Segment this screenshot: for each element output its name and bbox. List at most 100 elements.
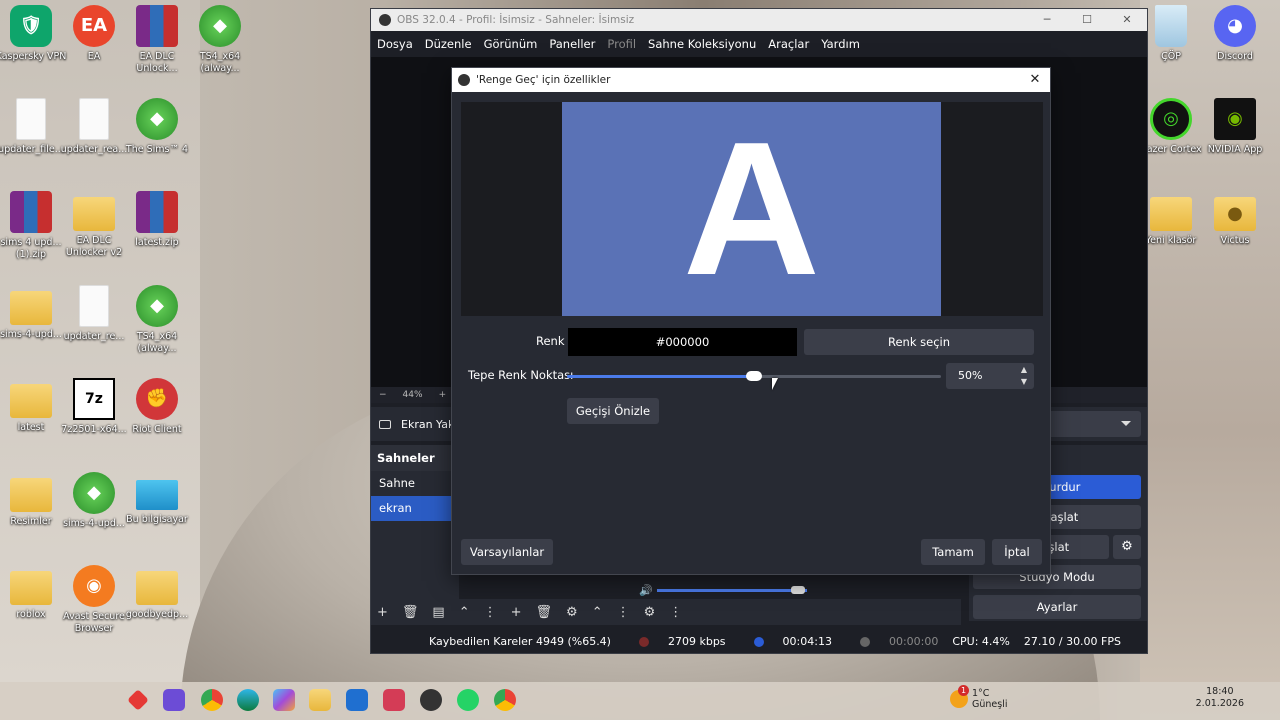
desktop-left-icon-21[interactable]: goodbyedp... <box>118 565 196 621</box>
bin-icon <box>1155 5 1187 47</box>
source-dropdown[interactable] <box>1041 411 1141 437</box>
mixer-settings-icon[interactable]: ⚙ <box>644 605 656 620</box>
slider-thumb[interactable] <box>746 371 762 381</box>
obs-logo-icon <box>379 14 391 26</box>
add-source-icon[interactable]: + <box>511 605 522 620</box>
teams-icon[interactable] <box>163 689 185 711</box>
preview-transition-button[interactable]: Geçişi Önizle <box>567 398 659 424</box>
desktop-right-icon-5[interactable]: ● Victus <box>1196 191 1274 247</box>
source-up-icon[interactable]: ⌃ <box>592 605 603 620</box>
scene-item[interactable]: Sahne <box>371 471 459 496</box>
color-label: Renk <box>536 334 565 348</box>
speaker-icon: 🔊 <box>639 584 653 596</box>
menu-paneller[interactable]: Paneller <box>549 37 595 51</box>
settings-button[interactable]: Ayarlar <box>973 595 1141 619</box>
source-settings-icon[interactable]: ⚙ <box>566 605 578 620</box>
scene-item-selected[interactable]: ekran <box>371 496 459 521</box>
more-icon[interactable]: ⋮ <box>484 605 497 620</box>
desktop-left-icon-6[interactable]: ◆ The Sims™ 4 <box>118 98 196 156</box>
weather-badge: 1 <box>958 685 969 696</box>
desktop-icon-label: The Sims™ 4 <box>125 144 189 155</box>
nvidia-icon: ◉ <box>1214 98 1256 140</box>
dialog-title: 'Renge Geç' için özellikler <box>476 74 611 86</box>
close-icon[interactable]: ✕ <box>1107 9 1147 31</box>
desktop-right-icon-1[interactable]: ◕ Discord <box>1196 5 1274 63</box>
volume-slider[interactable]: 🔊 <box>639 584 809 596</box>
preview-canvas: A <box>562 102 941 316</box>
cancel-button[interactable]: İptal <box>992 539 1042 565</box>
mixer-more-icon[interactable]: ⋮ <box>669 605 682 620</box>
seven-icon: 7z <box>73 378 115 420</box>
desktop-right-icon-3[interactable]: ◉ NVIDIA App <box>1196 98 1274 156</box>
folder-icon <box>1150 197 1192 231</box>
preview-letter: A <box>682 103 821 315</box>
discord-icon: ◕ <box>1214 5 1256 47</box>
record-time: 00:00:00 <box>888 634 939 648</box>
menu-yardim[interactable]: Yardım <box>821 37 860 51</box>
dropped-frames: Kaybedilen Kareler 4949 (%65.4) <box>428 634 611 648</box>
virtual-camera-settings-icon[interactable]: ⚙ <box>1113 535 1141 559</box>
desktop-left-icon-9[interactable]: latest.zip <box>118 191 196 249</box>
menu-duzenle[interactable]: Düzenle <box>425 37 472 51</box>
peak-color-slider[interactable] <box>567 371 941 381</box>
whatsapp-icon[interactable] <box>457 689 479 711</box>
ok-button[interactable]: Tamam <box>921 539 985 565</box>
desktop-left-icon-15[interactable]: ✊ Riot Client <box>118 378 196 436</box>
app-icon-pink[interactable] <box>383 689 405 711</box>
folder-icon <box>10 291 52 325</box>
obs-taskbar-icon[interactable] <box>420 689 442 711</box>
folder-icon <box>136 571 178 605</box>
spin-up-icon[interactable]: ▲ <box>1016 364 1032 376</box>
menu-sahne-koleksiyonu[interactable]: Sahne Koleksiyonu <box>648 37 756 51</box>
folder-icon <box>10 571 52 605</box>
transition-preview: A <box>461 102 1043 316</box>
rar-icon <box>136 5 178 47</box>
peak-color-spinbox[interactable]: 50% ▲ ▼ <box>946 363 1034 389</box>
desktop-left-icon-3[interactable]: ◆ TS4_x64 (alway... <box>181 5 259 75</box>
store-icon[interactable] <box>346 689 368 711</box>
weather-widget[interactable]: 1 1°C Güneşli <box>950 685 1007 710</box>
add-scene-icon[interactable]: + <box>377 605 388 620</box>
menu-dosya[interactable]: Dosya <box>377 37 413 51</box>
obs-menubar: Dosya Düzenle Görünüm Paneller Profil Sa… <box>371 31 1147 57</box>
zoom-out-button[interactable]: − <box>379 390 387 400</box>
zoom-in-button[interactable]: + <box>439 390 447 400</box>
scenes-panel: Sahneler Sahne ekran <box>371 445 459 605</box>
desktop-left-icon-12[interactable]: ◆ TS4_x64 (alway... <box>118 285 196 355</box>
filter-icon[interactable]: ▤ <box>432 605 444 620</box>
remove-source-icon[interactable]: 🗑 <box>536 605 553 620</box>
bitrate-icon <box>638 636 649 647</box>
victus-icon: ● <box>1214 197 1256 231</box>
system-clock[interactable]: 18:40 2.01.2026 <box>1196 686 1244 710</box>
clock-date: 2.01.2026 <box>1195 698 1244 709</box>
chrome-profile-icon[interactable] <box>494 689 516 711</box>
maximize-icon[interactable]: ☐ <box>1067 9 1107 31</box>
rar-icon <box>136 191 178 233</box>
pc-icon <box>136 480 178 510</box>
remove-scene-icon[interactable]: 🗑 <box>402 605 419 620</box>
menu-gorunum[interactable]: Görünüm <box>484 37 538 51</box>
weather-temp: 1°C <box>972 688 990 699</box>
file-explorer-icon[interactable] <box>309 689 331 711</box>
desktop-icon-label: latest.zip <box>135 237 179 248</box>
fps: 27.10 / 30.00 FPS <box>1023 634 1121 648</box>
edge-icon[interactable] <box>237 689 259 711</box>
move-up-icon[interactable]: ⌃ <box>459 605 470 620</box>
minimize-icon[interactable]: ─ <box>1027 9 1067 31</box>
choose-color-button[interactable]: Renk seçin <box>804 329 1034 355</box>
desktop-icon-label: TS4_x64 (alway... <box>136 331 178 354</box>
source-more-icon[interactable]: ⋮ <box>617 605 630 620</box>
menu-araclar[interactable]: Araçlar <box>768 37 809 51</box>
spin-down-icon[interactable]: ▼ <box>1016 376 1032 388</box>
chrome-icon[interactable] <box>201 689 223 711</box>
stream-time: 00:04:13 <box>782 634 832 648</box>
source-name: Ekran Yak <box>401 417 455 431</box>
copilot-icon[interactable] <box>273 689 295 711</box>
desktop-icon-label: Victus <box>1220 235 1250 246</box>
dialog-close-icon[interactable]: ✕ <box>1026 72 1044 88</box>
menu-profil[interactable]: Profil <box>607 37 636 51</box>
properties-dialog: 'Renge Geç' için özellikler ✕ A Renk #00… <box>451 67 1051 575</box>
desktop-left-icon-18[interactable]: Bu bilgisayar <box>118 472 196 526</box>
cpu-usage: CPU: 4.4% <box>952 634 1010 648</box>
defaults-button[interactable]: Varsayılanlar <box>461 539 553 565</box>
